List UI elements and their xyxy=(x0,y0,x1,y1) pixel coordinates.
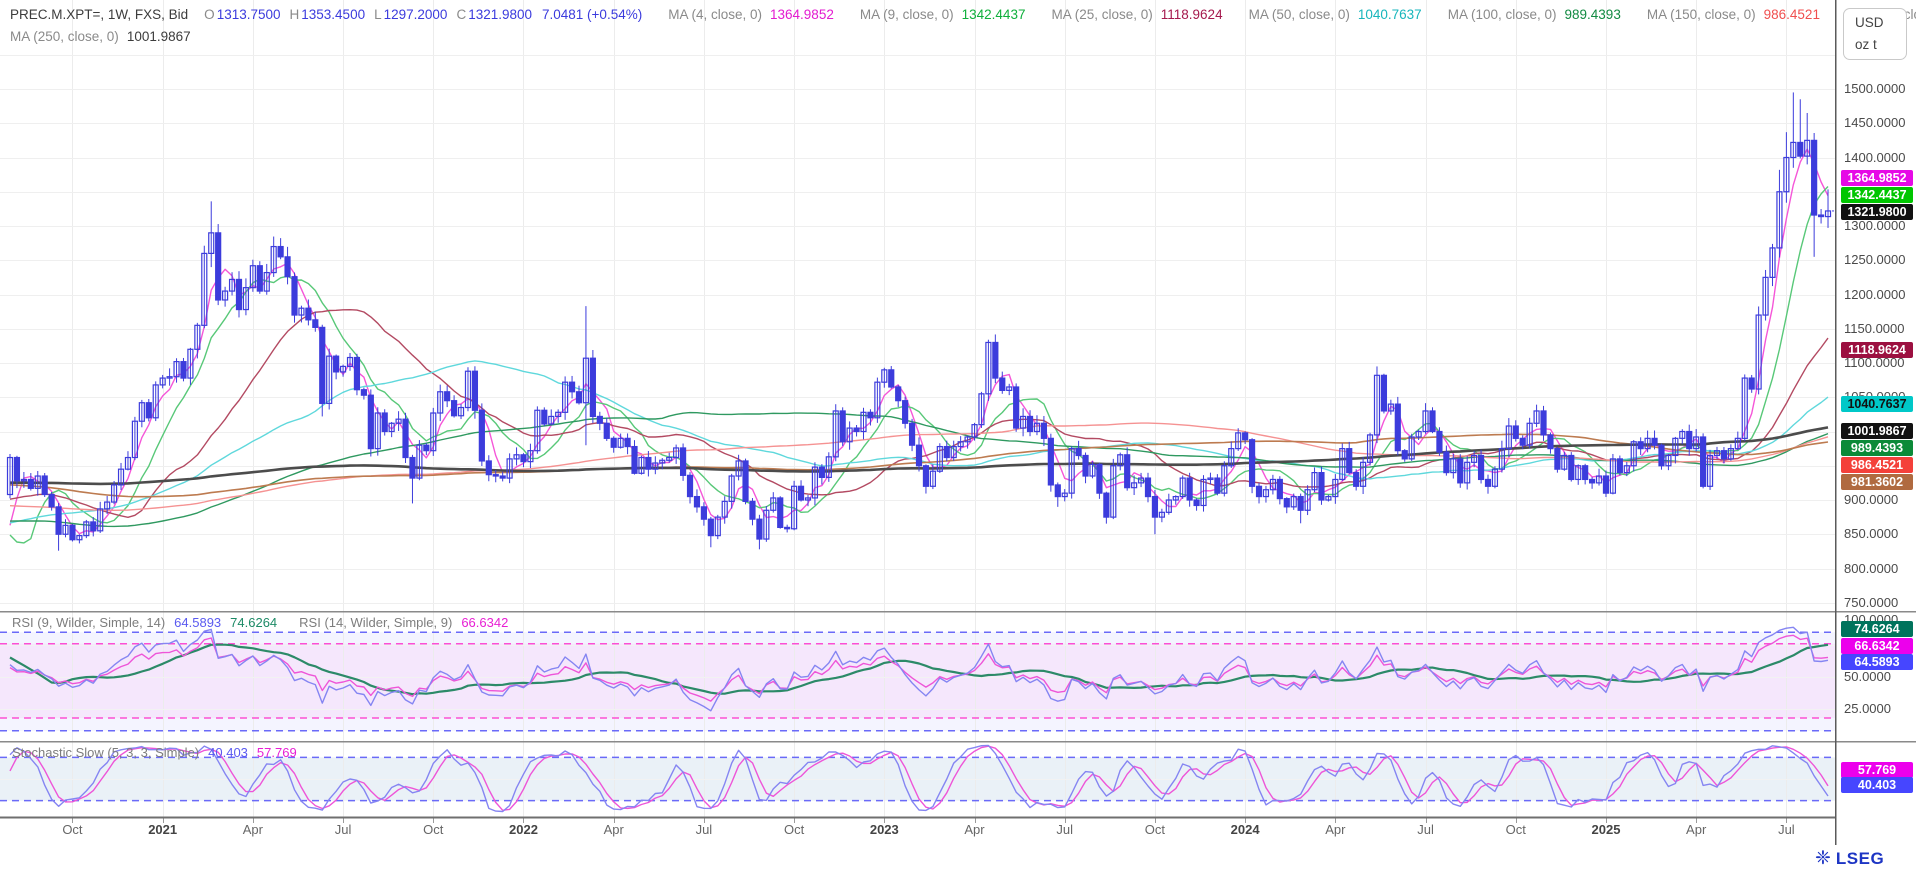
price-tick-label: 1150.0000 xyxy=(1844,321,1914,336)
price-badge: 981.3602 xyxy=(1841,474,1913,490)
header-segment: MA (250, close, 0) xyxy=(10,29,119,44)
header-segment: 1297.2000 xyxy=(384,7,448,22)
candlestick-series xyxy=(8,92,1831,550)
price-tick-label: 1400.0000 xyxy=(1844,150,1914,165)
header-segment: O xyxy=(204,7,215,22)
header-segment: PREC.M.XPT=, 1W, FXS, Bid xyxy=(10,7,188,22)
header-segment: 1321.9800 xyxy=(468,7,532,22)
header-segment: MA (9, close, 0) xyxy=(860,7,954,22)
header-segment: 66.6342 xyxy=(461,615,508,630)
header-segment: RSI (9, Wilder, Simple, 14) xyxy=(12,615,165,630)
header-segment: 1118.9624 xyxy=(1161,7,1223,22)
x-axis-label: Oct xyxy=(764,822,824,837)
header-segment: 64.5893 xyxy=(174,615,221,630)
unit-label: oz t xyxy=(1855,37,1906,52)
x-axis-label: 2021 xyxy=(133,822,193,837)
stochastic-header: Stochastic Slow (5, 3, 3, Simple) 40.403 5… xyxy=(12,745,297,760)
instrument-header: PREC.M.XPT=, 1W, FXS, Bid O1313.7500 H1353… xyxy=(10,7,1916,22)
x-axis-label: Jul xyxy=(1035,822,1095,837)
rsi-header: RSI (9, Wilder, Simple, 14) 64.5893 74.626… xyxy=(12,615,508,630)
x-axis-label: Oct xyxy=(1125,822,1185,837)
lseg-logo-text: LSEG xyxy=(1836,849,1884,869)
x-axis-label: Apr xyxy=(1666,822,1726,837)
header-segment: 1342.4437 xyxy=(962,7,1026,22)
x-axis-label: 2022 xyxy=(493,822,553,837)
header-segment: 57.769 xyxy=(257,745,297,760)
header-segment: 1313.7500 xyxy=(217,7,281,22)
header-segment: C xyxy=(456,7,466,22)
chart-window: PREC.M.XPT=, 1W, FXS, Bid O1313.7500 H1353… xyxy=(0,0,1916,877)
stoch-badge: 57.769 xyxy=(1841,762,1913,778)
header-segment: MA (150, close, 0) xyxy=(1647,7,1756,22)
header-segment: 1001.9867 xyxy=(127,29,191,44)
header-segment: MA (50, close, 0) xyxy=(1249,7,1350,22)
price-badge: 986.4521 xyxy=(1841,457,1913,473)
x-axis-label: 2024 xyxy=(1215,822,1275,837)
x-axis-label: Jul xyxy=(1756,822,1816,837)
ma250-header: MA (250, close, 0) 1001.9867 xyxy=(10,29,191,44)
x-axis-label: Apr xyxy=(223,822,283,837)
x-axis-label: Oct xyxy=(403,822,463,837)
price-badge: 1342.4437 xyxy=(1841,187,1913,203)
header-segment: 7.0481 (+0.54%) xyxy=(542,7,642,22)
rsi-badge: 66.6342 xyxy=(1841,638,1913,654)
header-segment: 74.6264 xyxy=(230,615,277,630)
x-axis-label: Jul xyxy=(674,822,734,837)
axis-unit-box: USD oz t xyxy=(1843,8,1907,60)
lseg-crest-icon: ❈ xyxy=(1815,849,1831,869)
currency-label: USD xyxy=(1855,15,1906,30)
x-axis-label: Jul xyxy=(313,822,373,837)
header-segment: 1364.9852 xyxy=(770,7,834,22)
header-segment: 986.4521 xyxy=(1764,7,1820,22)
price-tick-label: 1200.0000 xyxy=(1844,287,1914,302)
ma-9-line xyxy=(10,187,1828,543)
rsi-badge: 64.5893 xyxy=(1841,654,1913,670)
x-axis-label: Apr xyxy=(584,822,644,837)
price-tick-label: 800.0000 xyxy=(1844,561,1914,576)
price-tick-label: 1300.0000 xyxy=(1844,218,1914,233)
header-segment: L xyxy=(374,7,382,22)
header-segment: 989.4393 xyxy=(1565,7,1621,22)
price-badge: 1040.7637 xyxy=(1841,396,1913,412)
price-tick-label: 850.0000 xyxy=(1844,526,1914,541)
header-segment: 1353.4500 xyxy=(301,7,365,22)
price-tick-label: 1500.0000 xyxy=(1844,81,1914,96)
price-badge: 1321.9800 xyxy=(1841,204,1913,220)
header-segment: MA (25, close, 0) xyxy=(1051,7,1152,22)
header-segment: MA (4, close, 0) xyxy=(668,7,762,22)
lseg-logo: ❈ LSEG xyxy=(1815,849,1884,869)
price-badge: 1364.9852 xyxy=(1841,170,1913,186)
x-axis-label: Oct xyxy=(42,822,102,837)
price-badge: 1001.9867 xyxy=(1841,423,1913,439)
price-tick-label: 1450.0000 xyxy=(1844,115,1914,130)
x-axis-label: Apr xyxy=(945,822,1005,837)
header-segment: RSI (14, Wilder, Simple, 9) xyxy=(299,615,452,630)
rsi-tick-label: 25.0000 xyxy=(1844,701,1914,716)
header-segment: MA (100, close, 0) xyxy=(1448,7,1557,22)
header-segment: Stochastic Slow (5, 3, 3, Simple) xyxy=(12,745,199,760)
x-axis-label: 2023 xyxy=(854,822,914,837)
price-tick-label: 750.0000 xyxy=(1844,595,1914,610)
header-segment: H xyxy=(290,7,300,22)
header-segment: 1040.7637 xyxy=(1358,7,1422,22)
x-axis-label: Oct xyxy=(1486,822,1546,837)
rsi-badge: 74.6264 xyxy=(1841,621,1913,637)
ma-25-line xyxy=(10,310,1828,518)
x-axis-label: Jul xyxy=(1396,822,1456,837)
price-badge: 1118.9624 xyxy=(1841,342,1913,358)
price-tick-label: 900.0000 xyxy=(1844,492,1914,507)
stoch-badge: 40.403 xyxy=(1841,777,1913,793)
x-axis-label: 2025 xyxy=(1576,822,1636,837)
header-segment: 40.403 xyxy=(208,745,248,760)
x-axis-label: Apr xyxy=(1305,822,1365,837)
rsi-tick-label: 50.0000 xyxy=(1844,669,1914,684)
price-tick-label: 1250.0000 xyxy=(1844,252,1914,267)
price-badge: 989.4393 xyxy=(1841,440,1913,456)
ma-4-line xyxy=(10,149,1828,534)
